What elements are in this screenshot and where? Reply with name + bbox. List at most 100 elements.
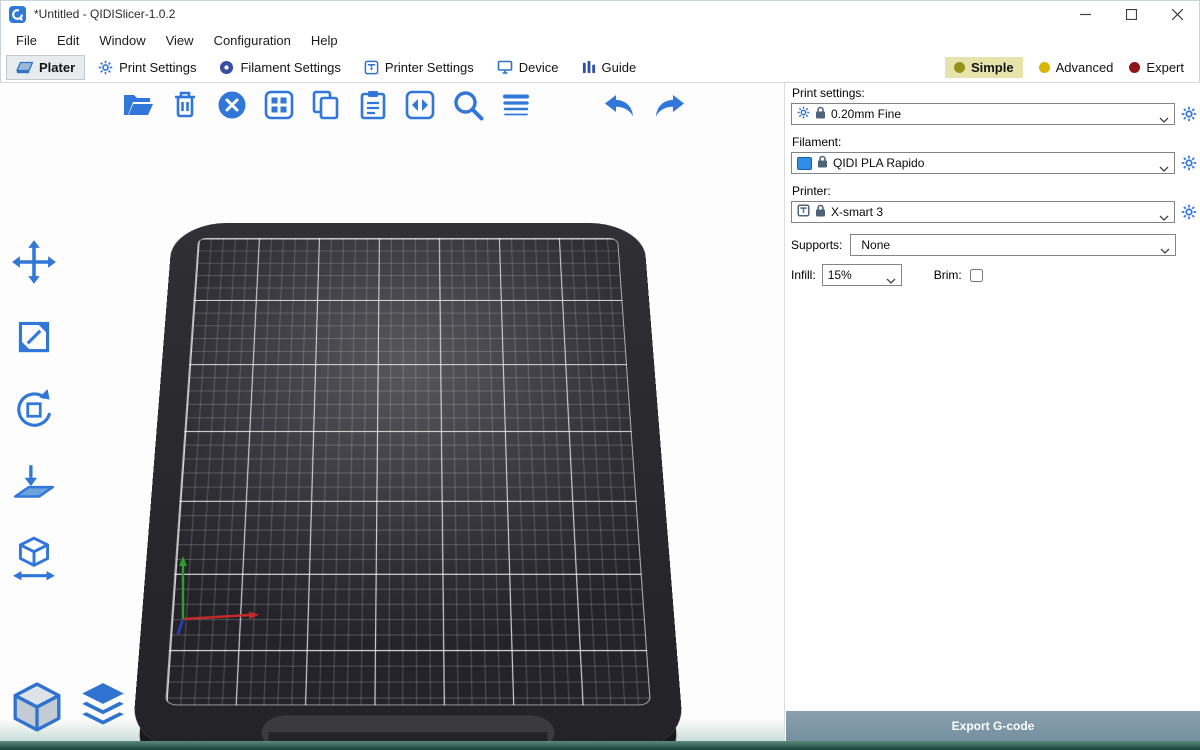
print-settings-value: 0.20mm Fine <box>831 107 901 121</box>
variable-layer-height-button[interactable] <box>498 87 534 123</box>
build-plate-grid <box>165 238 651 706</box>
menu-window[interactable]: Window <box>89 31 155 50</box>
3d-viewport[interactable] <box>0 83 785 750</box>
tab-filament-settings[interactable]: Filament Settings <box>209 55 350 80</box>
printer-icon <box>797 204 810 220</box>
redo-button[interactable] <box>650 88 688 122</box>
tab-label: Print Settings <box>119 60 196 75</box>
filament-label: Filament: <box>792 135 1200 149</box>
print-settings-gear-button[interactable] <box>1180 106 1198 122</box>
advanced-mode-icon <box>1039 62 1050 73</box>
device-monitor-icon <box>497 60 513 74</box>
lock-icon <box>817 155 828 171</box>
infill-combo[interactable]: 15% <box>822 264 902 286</box>
build-plate-scene <box>128 223 688 750</box>
split-objects-button[interactable] <box>402 87 438 123</box>
chevron-down-icon <box>886 273 896 287</box>
editor-view-button[interactable] <box>10 680 64 734</box>
mode-label: Simple <box>971 60 1014 75</box>
close-button[interactable] <box>1154 0 1200 28</box>
filament-value: QIDI PLA Rapido <box>833 156 924 170</box>
print-settings-label: Print settings: <box>792 86 1200 100</box>
copy-button[interactable] <box>308 87 344 123</box>
infill-label: Infill: <box>791 268 816 282</box>
tab-label: Plater <box>39 60 75 75</box>
minimize-button[interactable] <box>1062 0 1108 28</box>
chevron-down-icon <box>1159 161 1169 175</box>
viewport-bottom-gradient <box>0 741 1200 750</box>
size-tool-button[interactable] <box>10 534 58 582</box>
plater-toolbar <box>120 86 688 124</box>
export-gcode-button[interactable]: Export G-code <box>786 711 1200 741</box>
menu-view[interactable]: View <box>156 31 204 50</box>
titlebar: *Untitled - QIDISlicer-1.0.2 <box>0 0 1200 28</box>
supports-combo[interactable]: None <box>850 234 1176 256</box>
menu-configuration[interactable]: Configuration <box>204 31 301 50</box>
mode-advanced[interactable]: Advanced <box>1039 60 1114 75</box>
tab-plater[interactable]: Plater <box>6 55 85 80</box>
tab-printer-settings[interactable]: Printer Settings <box>354 55 484 80</box>
tab-device[interactable]: Device <box>487 55 569 80</box>
print-settings-combo[interactable]: 0.20mm Fine <box>791 103 1175 125</box>
mode-label: Expert <box>1146 60 1184 75</box>
maximize-button[interactable] <box>1108 0 1154 28</box>
filament-spool-icon <box>219 60 234 75</box>
chevron-down-icon <box>1160 243 1170 257</box>
preview-view-button[interactable] <box>76 680 130 734</box>
printer-icon <box>364 60 379 75</box>
menu-file[interactable]: File <box>6 31 47 50</box>
lock-icon <box>815 106 826 122</box>
paste-button[interactable] <box>355 87 391 123</box>
tabbar: Plater Print Settings Filament Settings … <box>0 52 1200 83</box>
tab-label: Printer Settings <box>385 60 474 75</box>
menubar: File Edit Window View Configuration Help <box>0 28 1200 52</box>
app-window: *Untitled - QIDISlicer-1.0.2 File Edit W… <box>0 0 1200 750</box>
mode-simple[interactable]: Simple <box>945 57 1023 78</box>
tab-label: Filament Settings <box>240 60 340 75</box>
plater-icon <box>16 60 33 75</box>
printer-gear-button[interactable] <box>1180 204 1198 220</box>
chevron-down-icon <box>1159 112 1169 126</box>
mode-expert[interactable]: Expert <box>1129 60 1184 75</box>
arrange-button[interactable] <box>261 87 297 123</box>
tab-label: Guide <box>602 60 637 75</box>
gizmo-toolbar <box>10 238 58 582</box>
filament-color-swatch <box>797 157 812 170</box>
delete-button[interactable] <box>167 87 203 123</box>
printer-label: Printer: <box>792 184 1200 198</box>
supports-value: None <box>861 238 890 252</box>
expert-mode-icon <box>1129 62 1140 73</box>
menu-edit[interactable]: Edit <box>47 31 89 50</box>
filament-combo[interactable]: QIDI PLA Rapido <box>791 152 1175 174</box>
simple-mode-icon <box>954 62 965 73</box>
delete-all-button[interactable] <box>214 87 250 123</box>
mode-selector: Simple Advanced Expert <box>945 57 1194 78</box>
view-mode-buttons <box>10 680 130 734</box>
tab-label: Device <box>519 60 559 75</box>
search-button[interactable] <box>449 86 487 124</box>
infill-value: 15% <box>828 268 852 282</box>
window-title: *Untitled - QIDISlicer-1.0.2 <box>34 7 175 21</box>
filament-gear-button[interactable] <box>1180 155 1198 171</box>
undo-button[interactable] <box>601 88 639 122</box>
supports-label: Supports: <box>791 238 842 252</box>
guide-books-icon <box>582 60 596 74</box>
app-logo-icon <box>9 6 26 23</box>
menu-help[interactable]: Help <box>301 31 348 50</box>
brim-label: Brim: <box>934 268 962 282</box>
lock-icon <box>815 204 826 220</box>
chevron-down-icon <box>1159 210 1169 224</box>
open-button[interactable] <box>120 87 156 123</box>
settings-sidebar: Print settings: 0.20mm Fine Filament: QI… <box>785 83 1200 750</box>
printer-combo[interactable]: X-smart 3 <box>791 201 1175 223</box>
brim-checkbox[interactable] <box>970 269 983 282</box>
scale-tool-button[interactable] <box>10 312 58 360</box>
rotate-tool-button[interactable] <box>10 386 58 434</box>
mode-label: Advanced <box>1056 60 1114 75</box>
tab-guide[interactable]: Guide <box>572 55 647 80</box>
printer-value: X-smart 3 <box>831 205 883 219</box>
gear-icon <box>98 60 113 75</box>
tab-print-settings[interactable]: Print Settings <box>88 55 206 80</box>
place-on-face-tool-button[interactable] <box>10 460 58 508</box>
move-tool-button[interactable] <box>10 238 58 286</box>
